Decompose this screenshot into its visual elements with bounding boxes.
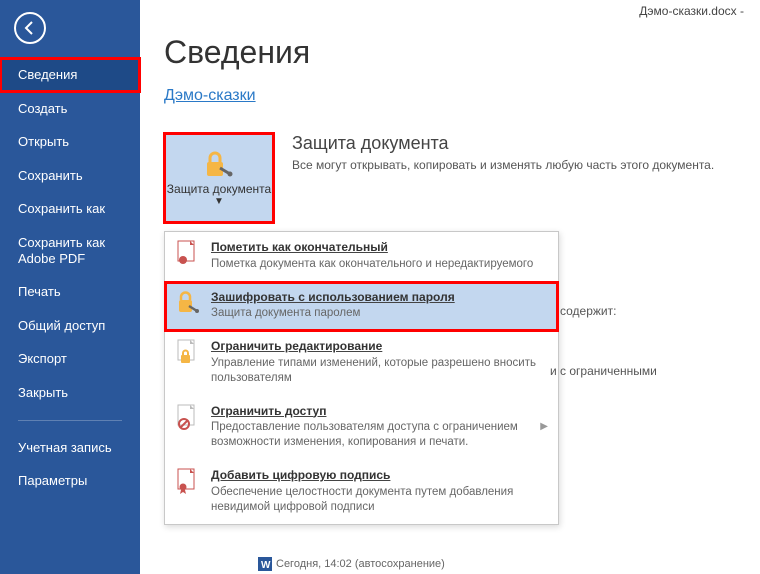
chevron-down-icon: ▼ bbox=[214, 196, 224, 207]
sidebar-item-export[interactable]: Экспорт bbox=[0, 342, 140, 376]
menu-item-mark-final[interactable]: Пометить как окончательный Пометка докуме… bbox=[165, 232, 558, 282]
lock-icon bbox=[202, 150, 236, 178]
menu-title: Зашифровать с использованием пароля bbox=[211, 290, 548, 306]
menu-item-add-signature[interactable]: Добавить цифровую подпись Обеспечение цел… bbox=[165, 460, 558, 524]
main-pane: Сведения Дэмо-сказки Защита документа ▼ … bbox=[150, 14, 754, 574]
lock-key-icon bbox=[176, 290, 200, 314]
sidebar-item-new[interactable]: Создать bbox=[0, 92, 140, 126]
page-title: Сведения bbox=[164, 34, 754, 71]
sidebar-item-print[interactable]: Печать bbox=[0, 275, 140, 309]
sidebar-item-save[interactable]: Сохранить bbox=[0, 159, 140, 193]
menu-item-restrict-editing[interactable]: Ограничить редактирование Управление типа… bbox=[165, 331, 558, 395]
sidebar-divider bbox=[18, 420, 122, 421]
protect-document-menu: Пометить как окончательный Пометка докуме… bbox=[164, 231, 559, 525]
sidebar-item-options[interactable]: Параметры bbox=[0, 464, 140, 498]
document-name-link[interactable]: Дэмо-сказки bbox=[164, 87, 256, 105]
document-lock-icon bbox=[177, 339, 199, 365]
menu-desc: Предоставление пользователям доступа с о… bbox=[211, 421, 518, 448]
status-bar: W Сегодня, 14:02 (автосохранение) bbox=[258, 554, 445, 574]
menu-item-encrypt-password[interactable]: Зашифровать с использованием пароляЗащит… bbox=[165, 282, 558, 332]
svg-text:W: W bbox=[261, 560, 271, 571]
document-ribbon-icon bbox=[177, 468, 199, 494]
sidebar-item-info[interactable]: Сведения bbox=[0, 58, 140, 92]
protect-button-label: Защита документа bbox=[167, 182, 271, 196]
word-doc-icon: W bbox=[258, 557, 272, 571]
document-badge-icon bbox=[177, 240, 199, 266]
back-button[interactable] bbox=[14, 12, 46, 44]
menu-title: Ограничить редактирование bbox=[211, 339, 548, 355]
menu-desc: Управление типами изменений, которые раз… bbox=[211, 357, 536, 384]
menu-title: Пометить как окончательный bbox=[211, 240, 548, 256]
sidebar-item-close[interactable]: Закрыть bbox=[0, 376, 140, 410]
status-text: Сегодня, 14:02 (автосохранение) bbox=[276, 558, 445, 570]
menu-desc: Обеспечение целостности документа путем … bbox=[211, 486, 513, 513]
menu-title: Ограничить доступ bbox=[211, 404, 530, 420]
menu-desc: Защита документа паролем bbox=[211, 307, 360, 319]
arrow-left-icon bbox=[22, 20, 38, 36]
document-denied-icon bbox=[177, 404, 199, 430]
menu-desc: Пометка документа как окончательного и н… bbox=[211, 258, 533, 270]
sidebar-item-saveas-pdf[interactable]: Сохранить как Adobe PDF bbox=[0, 226, 140, 275]
menu-title: Добавить цифровую подпись bbox=[211, 468, 548, 484]
backstage-sidebar: Сведения Создать Открыть Сохранить Сохра… bbox=[0, 0, 140, 574]
side-fragment-2: и с ограниченными bbox=[550, 364, 657, 378]
side-fragment-1: содержит: bbox=[560, 304, 616, 318]
protect-description: Все могут открывать, копировать и изменя… bbox=[292, 158, 754, 172]
sidebar-item-account[interactable]: Учетная запись bbox=[0, 431, 140, 465]
protect-document-button[interactable]: Защита документа ▼ bbox=[164, 133, 274, 223]
menu-item-restrict-access[interactable]: Ограничить доступПредоставление пользова… bbox=[165, 396, 558, 460]
sidebar-item-open[interactable]: Открыть bbox=[0, 125, 140, 159]
sidebar-item-saveas[interactable]: Сохранить как bbox=[0, 192, 140, 226]
sidebar-item-share[interactable]: Общий доступ bbox=[0, 309, 140, 343]
protect-heading: Защита документа bbox=[292, 133, 754, 154]
chevron-right-icon: ▶ bbox=[540, 421, 548, 432]
